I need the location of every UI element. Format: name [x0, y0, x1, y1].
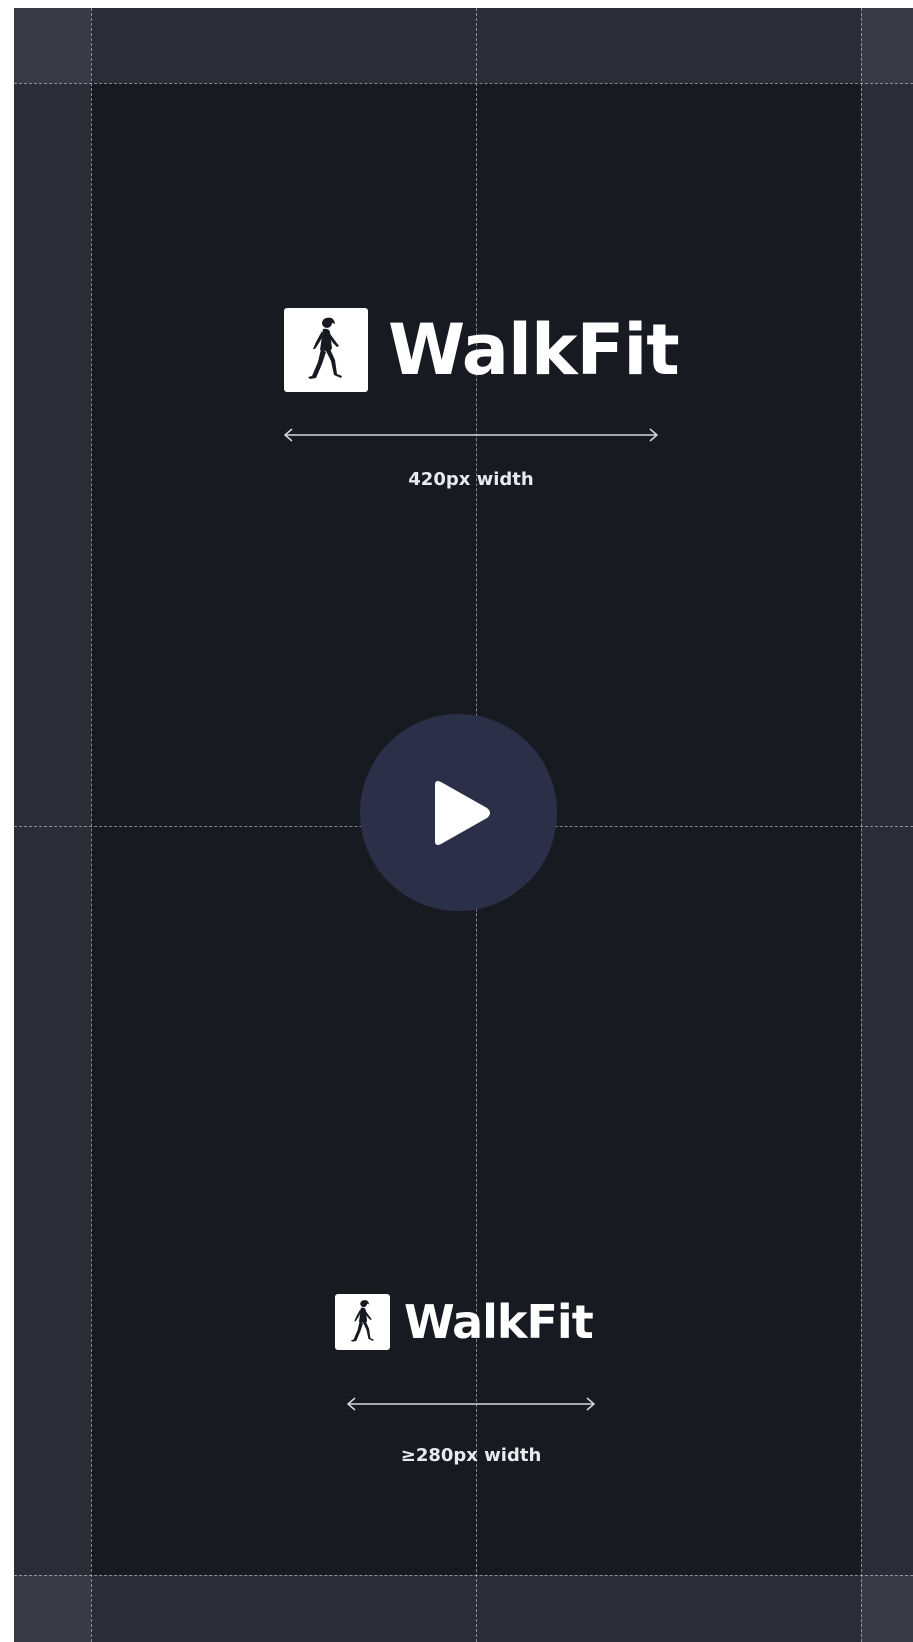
width-dimension-arrow — [347, 1397, 595, 1411]
guide-line-top — [14, 83, 913, 84]
margin-corner — [14, 1575, 91, 1642]
margin-corner — [14, 8, 91, 83]
guide-line-bottom — [14, 1575, 913, 1576]
brand-name: WalkFit — [404, 1295, 594, 1349]
guide-line-left — [91, 8, 92, 1642]
walking-woman-icon — [335, 1294, 390, 1350]
margin-corner — [861, 8, 913, 83]
width-dimension-arrow — [284, 428, 658, 442]
logo-large: WalkFit — [284, 308, 680, 392]
play-icon — [434, 780, 490, 845]
walking-woman-icon — [284, 308, 368, 392]
width-label-large: 420px width — [408, 469, 534, 490]
brand-name: WalkFit — [388, 309, 680, 391]
play-button[interactable] — [360, 714, 557, 911]
margin-corner — [861, 1575, 913, 1642]
logo-small: WalkFit — [335, 1294, 594, 1350]
guide-line-right — [861, 8, 862, 1642]
width-label-small: ≥280px width — [400, 1445, 542, 1466]
